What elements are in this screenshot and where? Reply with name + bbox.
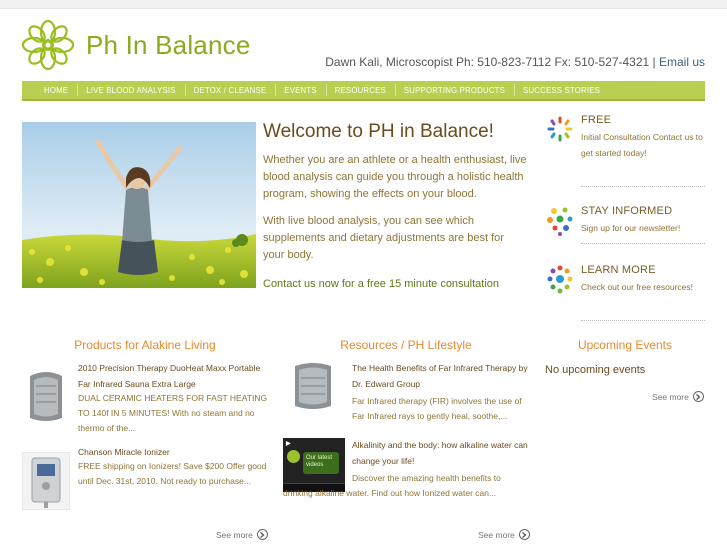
resource-item[interactable]: ▶ Our latest videos Alkalinity and the b… (283, 437, 529, 527)
events-heading: Upcoming Events (577, 338, 673, 352)
products-heading: Products for Alakine Living (74, 338, 216, 352)
products-see-more-link[interactable]: See more (216, 529, 268, 540)
site-logo[interactable]: Ph In Balance (21, 20, 251, 70)
product-description: DUAL CERAMIC HEATERS FOR FAST HEATING TO… (78, 393, 268, 433)
nav-supporting-products[interactable]: Supporting Products (394, 83, 514, 96)
nav-resources[interactable]: Resources (325, 83, 395, 96)
see-more-label: See more (216, 529, 253, 540)
resource-title[interactable]: Alkalinity and the body: how alkaline wa… (352, 437, 529, 469)
nav-success-stories[interactable]: Success Stories (514, 83, 609, 96)
sidebar-learn-more[interactable]: Learn More Check out our free resources! (545, 264, 705, 324)
newsletter-burst-icon (547, 207, 573, 236)
consultation-ring-icon (547, 116, 573, 142)
see-more-label: See more (652, 391, 689, 402)
ionizer-product-thumbnail (22, 452, 70, 510)
contact-info: Dawn Kali, Microscopist Ph: 510-823-7112… (325, 55, 705, 69)
sidebar-free-text: Initial Consultation Contact us to get s… (581, 132, 703, 158)
divider (581, 320, 705, 321)
sidebar-stay-informed-text: Sign up for our newsletter! (581, 223, 681, 233)
flower-logo-icon (21, 20, 75, 70)
welcome-paragraph-1: Whether you are an athlete or a health e… (263, 154, 527, 200)
sidebar-free-title: Free (581, 114, 612, 126)
product-title[interactable]: 2010 Precision Therapy DuoHeat Maxx Port… (78, 360, 268, 392)
site-title: Ph In Balance (86, 29, 251, 60)
resources-dots-icon (547, 265, 573, 294)
sauna-product-thumbnail (22, 366, 70, 424)
nav-live-blood-analysis[interactable]: Live Blood Analysis (77, 83, 184, 96)
product-item[interactable]: Chanson Miracle Ionizer FREE shipping on… (22, 444, 268, 510)
resource-title[interactable]: The Health Benefits of Far Infrared Ther… (352, 360, 529, 392)
events-see-more-link[interactable]: See more (652, 391, 704, 402)
see-more-label: See more (478, 529, 515, 540)
product-title[interactable]: Chanson Miracle Ionizer (78, 444, 268, 460)
divider (581, 186, 705, 187)
welcome-title: Welcome to PH in Balance! (263, 121, 494, 142)
no-events-message: No upcoming events (545, 364, 646, 376)
product-description: FREE shipping on Ionizers! Save $200 Off… (78, 461, 267, 486)
welcome-paragraph-2: With live blood analysis, you can see wh… (263, 215, 504, 261)
resources-heading: Resources / PH Lifestyle (340, 338, 472, 352)
nav-events[interactable]: Events (275, 83, 325, 96)
divider (581, 243, 705, 244)
email-link[interactable]: Email us (659, 55, 705, 69)
woman-in-flower-field-photo (22, 122, 256, 288)
contact-line: Dawn Kali, Microscopist Ph: 510-823-7112… (325, 55, 656, 69)
hero-image (22, 122, 256, 288)
arrow-right-icon (518, 529, 530, 540)
nav-home[interactable]: Home (35, 86, 77, 95)
main-nav: Home Live Blood Analysis Detox / Cleanse… (22, 81, 705, 101)
sidebar-stay-informed-title: Stay Informed (581, 205, 673, 217)
resource-description: Far Infrared therapy (FIR) involves the … (352, 396, 522, 421)
sidebar-learn-more-text: Check out our free resources! (581, 282, 693, 292)
resource-description: Discover the amazing health benefits to … (283, 473, 501, 498)
play-badge-icon (287, 450, 300, 463)
sidebar-learn-more-title: Learn More (581, 264, 656, 276)
welcome-section: Welcome to PH in Balance! Whether you ar… (263, 121, 528, 292)
consultation-cta-link[interactable]: Contact us now for a free 15 minute cons… (263, 278, 499, 290)
sauna-resource-thumbnail (283, 360, 343, 412)
product-item[interactable]: 2010 Precision Therapy DuoHeat Maxx Port… (22, 360, 268, 433)
nav-detox-cleanse[interactable]: Detox / Cleanse (184, 83, 276, 96)
sidebar-stay-informed[interactable]: Stay Informed Sign up for our newsletter… (545, 205, 705, 265)
arrow-right-icon (692, 391, 704, 402)
top-strip (0, 0, 727, 9)
arrow-right-icon (256, 529, 268, 540)
youtube-logo-icon: ▶ (286, 441, 291, 447)
resources-see-more-link[interactable]: See more (478, 529, 530, 540)
sidebar-free-consultation[interactable]: Free Initial Consultation Contact us to … (545, 114, 705, 190)
resource-item[interactable]: The Health Benefits of Far Infrared Ther… (283, 360, 529, 430)
